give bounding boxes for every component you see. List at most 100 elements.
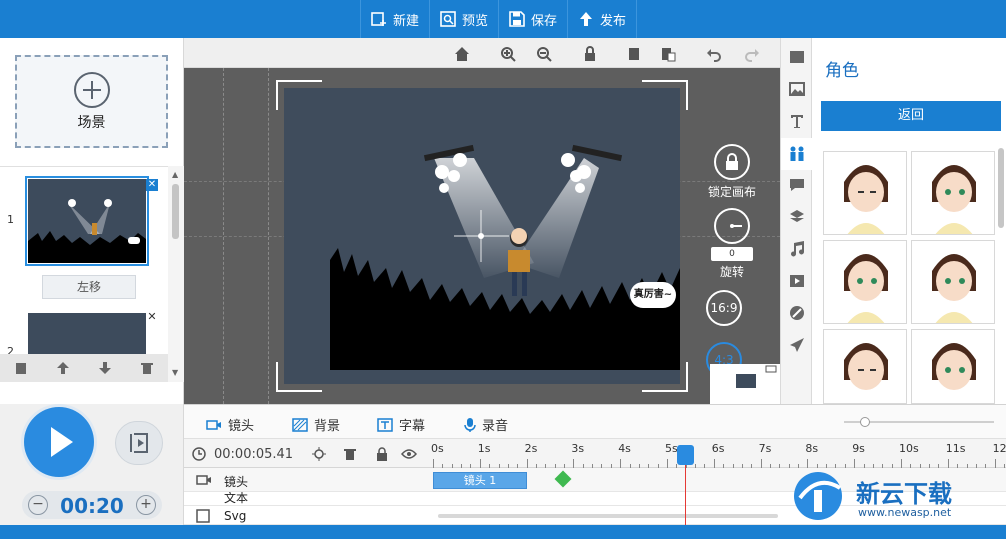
scene-close-icon[interactable]: ✕: [146, 311, 158, 323]
zoom-slider-knob[interactable]: [860, 417, 870, 427]
preview-scene-icon: [130, 433, 148, 453]
character-thumbnail[interactable]: [911, 151, 995, 235]
image-icon[interactable]: [788, 80, 806, 98]
increase-duration-button[interactable]: +: [136, 495, 156, 515]
role-tab[interactable]: [781, 138, 812, 170]
scene-thumbnail[interactable]: [28, 313, 146, 354]
preview-scene-button[interactable]: [115, 421, 163, 465]
ruler-label: 8s: [805, 442, 819, 455]
camera-clip[interactable]: 镜头 1: [433, 472, 527, 489]
ruler-label: 9s: [852, 442, 865, 455]
character-thumbnail[interactable]: [823, 329, 907, 404]
speech-bubble-icon[interactable]: [788, 176, 806, 194]
lock-track-icon[interactable]: [376, 447, 388, 461]
paste-icon[interactable]: [660, 46, 676, 62]
scene-list: 1 ✕ 左移 2 ✕: [0, 166, 168, 354]
redo-icon[interactable]: [744, 46, 760, 62]
home-icon[interactable]: [454, 46, 470, 62]
scroll-up-icon[interactable]: ▲: [172, 170, 178, 179]
time-ruler[interactable]: 0s 1s 2s 3s 4s 5s 6s 7s 8s 9s 10s 11s 12s: [431, 439, 1006, 469]
character-thumbnail[interactable]: [911, 329, 995, 404]
text-icon[interactable]: [788, 112, 806, 130]
move-down-icon[interactable]: [98, 361, 112, 375]
rotate-value[interactable]: 0: [711, 247, 753, 261]
ratio-16-9-button[interactable]: 16:9: [706, 290, 742, 326]
new-button[interactable]: 新建: [360, 0, 431, 38]
top-toolbar: 新建 预览 保存 发布: [0, 0, 1006, 38]
playhead-handle[interactable]: [677, 445, 694, 465]
scene-animation-label[interactable]: 左移: [42, 275, 136, 299]
mini-map[interactable]: [710, 364, 780, 404]
plane-icon[interactable]: [788, 336, 806, 354]
play-button[interactable]: [24, 407, 94, 477]
scene-thumbnail[interactable]: [25, 176, 149, 266]
zoom-in-icon[interactable]: [500, 46, 516, 62]
save-button[interactable]: 保存: [499, 0, 569, 38]
clock-icon: [192, 447, 206, 461]
video-icon[interactable]: [788, 272, 806, 290]
music-icon[interactable]: [788, 240, 806, 258]
tab-subtitle[interactable]: 字幕: [377, 415, 425, 434]
speech-bubble[interactable]: 真厉害~: [630, 282, 676, 308]
ruler-label: 4s: [618, 442, 631, 455]
tools-icon[interactable]: [788, 304, 806, 322]
ruler-label: 12s: [992, 442, 1006, 455]
frame-corner: [276, 80, 322, 110]
ruler-label: 10s: [899, 442, 919, 455]
timeline-header: 00:00:05.41 0s 1s 2s 3s 4s 5s 6s 7s 8s 9s 10s 11s 12…: [184, 438, 1006, 469]
scene-scrollbar[interactable]: ▲ ▼: [168, 166, 184, 382]
move-up-icon[interactable]: [56, 361, 70, 375]
zoom-out-icon[interactable]: [536, 46, 552, 62]
watermark-brand: 新云下载: [856, 480, 952, 508]
tab-record-label: 录音: [482, 419, 509, 434]
new-label: 新建: [393, 13, 420, 29]
status-bar: [0, 525, 1006, 539]
preview-button[interactable]: 预览: [430, 0, 500, 38]
crowd-silhouette: [330, 248, 680, 370]
role-panel: 角色 返回: [812, 38, 1006, 404]
frame-corner: [276, 362, 322, 392]
playback-panel: − 00:20 +: [0, 404, 184, 525]
tab-record[interactable]: 录音: [464, 415, 508, 434]
character-thumbnail[interactable]: [911, 240, 995, 324]
lock-canvas-icon: [714, 144, 750, 180]
delete-scene-icon[interactable]: [140, 361, 154, 375]
scene-close-icon[interactable]: ✕: [146, 179, 158, 191]
eye-icon[interactable]: [401, 448, 417, 460]
lock-icon[interactable]: [582, 46, 598, 62]
character-image: [932, 165, 976, 234]
scroll-down-icon[interactable]: ▼: [172, 368, 178, 377]
copy-icon[interactable]: [626, 46, 642, 62]
copy-scene-icon[interactable]: [14, 361, 28, 375]
rotate-control[interactable]: 0 旋转: [700, 208, 764, 280]
scrollbar-thumb[interactable]: [172, 184, 179, 239]
tab-background[interactable]: 背景: [292, 415, 340, 434]
track-name: 文本: [224, 492, 249, 505]
character-thumbnail[interactable]: [823, 240, 907, 324]
lock-canvas-label: 锁定画布: [707, 185, 756, 199]
watermark-logo: [794, 472, 842, 520]
rotate-label: 旋转: [719, 265, 744, 279]
rotate-icon: [714, 208, 750, 244]
layers-icon[interactable]: [788, 208, 806, 226]
background-icon: [292, 417, 308, 432]
tab-camera[interactable]: 镜头: [206, 415, 254, 434]
publish-icon: [580, 12, 593, 26]
publish-button[interactable]: 发布: [568, 0, 638, 38]
camera-icon: [206, 419, 221, 430]
scene-preview-image: [28, 179, 146, 263]
frame-corner: [642, 362, 688, 392]
shape-icon[interactable]: [788, 48, 806, 66]
back-button[interactable]: 返回: [821, 101, 1001, 131]
locate-icon[interactable]: [312, 447, 326, 461]
add-scene-button[interactable]: 场景: [15, 55, 168, 148]
character-thumbnail[interactable]: [823, 151, 907, 235]
lock-canvas-control[interactable]: 锁定画布: [700, 144, 764, 200]
track-scrollbar[interactable]: [438, 514, 778, 518]
trash-icon[interactable]: [344, 447, 356, 461]
scene-tools: [0, 354, 168, 382]
role-scrollbar[interactable]: [998, 148, 1004, 228]
undo-icon[interactable]: [706, 46, 722, 62]
timeline-zoom-slider[interactable]: [844, 417, 994, 427]
editing-canvas[interactable]: 真厉害~ 锁定画布 0 旋转 16:9 4:3: [184, 68, 780, 404]
